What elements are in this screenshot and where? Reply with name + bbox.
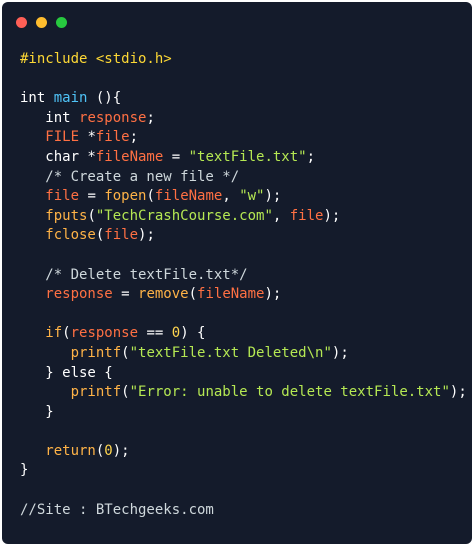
- code-token-plain: (: [146, 188, 155, 205]
- code-token-plain: );: [112, 442, 130, 459]
- code-line: fputs("TechCrashCourse.com", file);: [20, 207, 467, 227]
- code-token-plain: );: [264, 286, 282, 303]
- code-token-keyword: char *: [20, 148, 96, 165]
- code-token-function: if: [20, 325, 63, 342]
- code-token-plain: ;: [129, 129, 139, 146]
- code-token-variable: file: [289, 207, 324, 224]
- code-token-variable: file: [20, 188, 80, 205]
- code-line: //Site : BTechgeeks.com: [20, 501, 467, 521]
- code-line: #include <stdio.h>: [20, 50, 467, 70]
- code-token-variable: fileName: [197, 286, 265, 303]
- code-line: response = remove(fileName);: [20, 285, 467, 305]
- code-line: /* Delete textFile.txt*/: [20, 266, 467, 286]
- code-token-string: "TechCrashCourse.com": [95, 207, 273, 224]
- code-token-string: "Error: unable to delete textFile.txt": [129, 384, 450, 401]
- code-line: FILE *file;: [20, 128, 467, 148]
- code-token-plain: );: [449, 384, 467, 401]
- code-token-number: 0: [171, 325, 181, 342]
- code-token-keyword: int: [20, 109, 80, 126]
- code-token-plain: (){: [87, 90, 122, 107]
- code-line: fclose(file);: [20, 226, 467, 246]
- code-token-comment: /* Create a new file */: [20, 168, 240, 185]
- code-token-plain: (: [188, 286, 198, 303]
- code-token-string: "textFile.txt Deleted\n": [129, 344, 332, 361]
- code-token-plain: =: [112, 286, 139, 303]
- code-line: if(response == 0) {: [20, 324, 467, 344]
- code-token-comment: /* Delete textFile.txt*/: [20, 266, 248, 283]
- code-token-plain: =: [163, 148, 189, 165]
- code-line: return(0);: [20, 442, 467, 462]
- code-token-function: printf: [20, 344, 122, 361]
- code-token-plain: ,: [272, 207, 290, 224]
- code-token-plain: }: [20, 403, 54, 420]
- code-token-plain: ,: [222, 188, 240, 205]
- code-token-variable: fileName: [154, 188, 223, 205]
- code-line: printf("Error: unable to delete textFile…: [20, 383, 467, 403]
- code-line: int response;: [20, 109, 467, 129]
- minimize-dot-icon[interactable]: [36, 17, 47, 28]
- code-token-plain: } else {: [20, 364, 113, 381]
- code-token-variable: response: [20, 286, 113, 303]
- code-token-identifier: main: [53, 90, 88, 107]
- code-token-function: return: [20, 442, 96, 459]
- code-token-plain: ) {: [180, 325, 206, 342]
- code-token-variable: FILE: [20, 129, 88, 146]
- code-token-plain: *: [87, 129, 96, 146]
- code-window: #include <stdio.h> int main (){ int resp…: [2, 2, 472, 544]
- code-block: #include <stdio.h> int main (){ int resp…: [20, 50, 467, 520]
- code-token-function: fopen: [104, 188, 147, 205]
- code-line: }: [20, 461, 467, 481]
- code-token-function: printf: [20, 384, 122, 401]
- code-token-plain: (: [121, 344, 130, 361]
- code-line: } else {: [20, 364, 467, 384]
- close-dot-icon[interactable]: [16, 17, 27, 28]
- code-line: char *fileName = "textFile.txt";: [20, 148, 467, 168]
- code-token-variable: response: [70, 325, 139, 342]
- code-token-plain: (: [87, 207, 96, 224]
- code-token-function: fputs: [20, 207, 88, 224]
- code-token-preprocessor: #include <stdio.h>: [20, 51, 172, 67]
- code-token-function: remove: [138, 286, 189, 303]
- code-token-variable: file: [104, 227, 139, 244]
- code-line: printf("textFile.txt Deleted\n");: [20, 344, 467, 364]
- code-token-plain: (: [62, 325, 71, 342]
- code-line: int main (){: [20, 89, 467, 109]
- code-token-plain: }: [20, 462, 29, 479]
- code-token-variable: fileName: [95, 148, 164, 165]
- code-token-variable: file: [95, 129, 130, 146]
- code-token-plain: ;: [306, 148, 316, 165]
- code-token-plain: );: [138, 227, 155, 244]
- code-token-function: fclose: [20, 227, 96, 244]
- code-token-plain: ==: [138, 325, 172, 342]
- code-token-plain: );: [323, 207, 341, 224]
- code-token-plain: (: [121, 384, 130, 401]
- code-token-plain: ;: [146, 109, 155, 126]
- code-token-plain: =: [79, 188, 105, 205]
- code-line: }: [20, 403, 467, 423]
- code-token-comment: //Site : BTechgeeks.com: [20, 501, 214, 518]
- code-line: /* Create a new file */: [20, 168, 467, 188]
- code-token-variable: response: [79, 109, 147, 126]
- code-token-keyword: int: [20, 90, 54, 107]
- maximize-dot-icon[interactable]: [56, 17, 67, 28]
- code-line: file = fopen(fileName, "w");: [20, 187, 467, 207]
- code-token-string: "w": [239, 188, 265, 205]
- code-token-number: 0: [104, 442, 113, 459]
- code-token-plain: );: [331, 344, 349, 361]
- window-controls: [16, 17, 67, 28]
- code-token-string: "textFile.txt": [188, 148, 307, 165]
- code-token-plain: );: [264, 188, 282, 205]
